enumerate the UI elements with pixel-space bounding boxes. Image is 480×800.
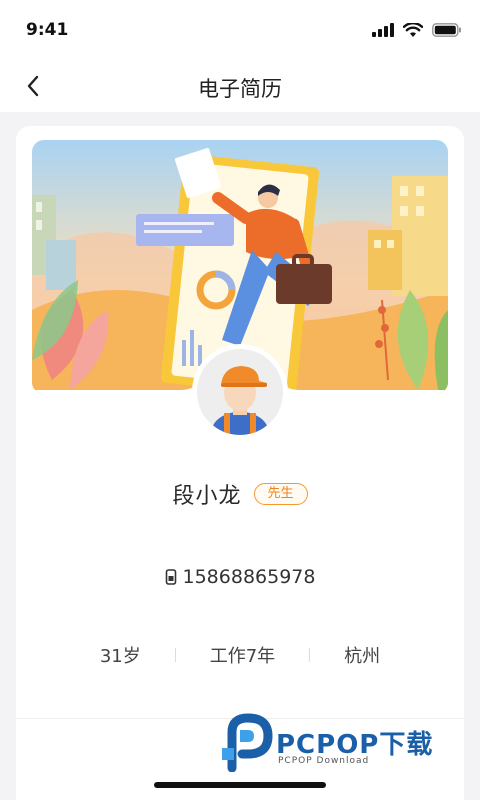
status-icons	[372, 20, 462, 40]
nav-bar: 电子简历	[0, 60, 480, 112]
wifi-icon	[403, 22, 423, 37]
phone-row[interactable]: 15868865978	[16, 566, 464, 588]
city-label: 杭州	[344, 646, 381, 667]
pcpop-logo-icon	[222, 713, 273, 772]
avatar-worker-icon	[197, 349, 283, 435]
battery-icon	[432, 23, 461, 37]
watermark: PCPOP下载 PCPOP Download	[218, 712, 468, 772]
page-title: 电子简历	[198, 77, 282, 101]
resume-card: 段小龙 先生 15868865978 31岁 工作7年 杭州	[16, 126, 464, 800]
watermark-sub: PCPOP Download	[278, 756, 370, 766]
avatar	[192, 344, 288, 440]
gender-badge: 先生	[253, 483, 308, 505]
home-indicator	[154, 782, 326, 788]
phone-number[interactable]: 15868865978	[183, 566, 316, 588]
candidate-name: 段小龙	[172, 484, 242, 509]
name-row: 段小龙 先生	[16, 478, 464, 510]
info-row: 31岁 工作7年 杭州	[16, 642, 464, 668]
status-time: 9:41	[26, 20, 69, 40]
cellular-signal-icon	[372, 23, 394, 37]
experience-label: 工作7年	[209, 646, 276, 667]
age-label: 31岁	[99, 646, 141, 667]
phone-icon	[165, 569, 176, 585]
status-bar: 9:41	[0, 0, 480, 60]
